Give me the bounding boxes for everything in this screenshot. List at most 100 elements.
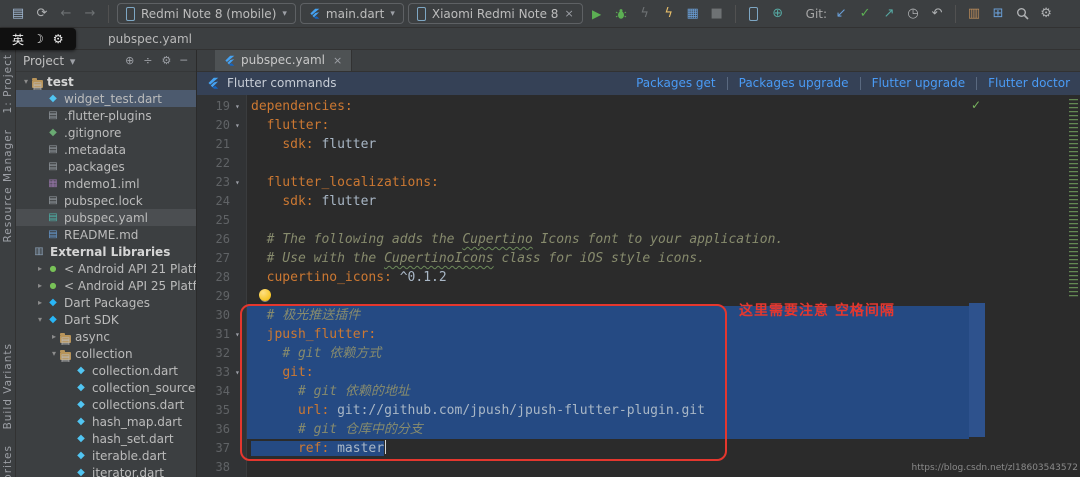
collapsed-arrow-icon[interactable]: ▸: [34, 281, 46, 290]
tree-item-widget-test-dart[interactable]: ◆ widget_test.dart: [16, 90, 196, 107]
collapse-all-icon[interactable]: ÷: [141, 54, 154, 67]
code-line-37[interactable]: ref: master: [247, 439, 969, 458]
tree-item-collection-sources[interactable]: ◆ collection_sources.: [16, 379, 196, 396]
toolbox-icon[interactable]: ▥: [964, 4, 984, 24]
ime-gear-icon[interactable]: ⚙: [53, 32, 64, 46]
code-line-33[interactable]: git:: [247, 363, 969, 382]
code-line-35[interactable]: url: git://github.com/jpush/jpush-flutte…: [247, 401, 969, 420]
git-commit-icon[interactable]: ✓: [855, 4, 875, 24]
settings-gear-icon[interactable]: ⚙: [1036, 4, 1056, 24]
tree-item-iterable-dart[interactable]: ◆ iterable.dart: [16, 447, 196, 464]
hide-panel-icon[interactable]: ─: [178, 54, 189, 67]
code-line-25[interactable]: [247, 211, 969, 230]
tree-item-test[interactable]: ▾ ▤ test: [16, 73, 196, 91]
tree-item-async[interactable]: ▸ ▤ async: [16, 328, 196, 346]
close-icon[interactable]: ×: [564, 7, 573, 20]
tree-item-android-api-25-platform[interactable]: ▸● < Android API 25 Platform: [16, 277, 196, 294]
tool-window-button-build-variants[interactable]: Build Variants: [2, 343, 14, 429]
banner-action-packages-get[interactable]: Packages get: [636, 76, 716, 90]
tree-item-gitignore[interactable]: ◆ .gitignore: [16, 124, 196, 141]
run-button[interactable]: ▶: [587, 4, 607, 24]
collapsed-arrow-icon[interactable]: ▸: [34, 298, 46, 307]
fold-marker-icon[interactable]: ▾: [235, 325, 246, 344]
device-manager-icon[interactable]: [744, 4, 764, 24]
history-icon[interactable]: ◷: [903, 4, 923, 24]
tree-item-collection[interactable]: ▾ ▤ collection: [16, 345, 196, 363]
tree-item-readme-md[interactable]: ▤ README.md: [16, 226, 196, 243]
add-device-icon[interactable]: ⊕: [768, 4, 788, 24]
forward-icon[interactable]: →: [80, 4, 100, 24]
code-editor[interactable]: 19 ▾ 20 ▾ 21 22 23 ▾ 24 25 26 27 28 29 30 31 ▾ 32 33 ▾ 34 35 3…: [197, 95, 1080, 477]
run-config-dropdown[interactable]: main.dart ▾: [299, 3, 404, 24]
ime-language-indicator[interactable]: 英: [12, 31, 24, 48]
expanded-arrow-icon[interactable]: ▾: [48, 349, 60, 358]
tree-item-iterator-dart[interactable]: ◆ iterator.dart: [16, 464, 196, 477]
code-line-21[interactable]: sdk: flutter: [247, 135, 969, 154]
code-line-19[interactable]: dependencies:: [247, 97, 969, 116]
tree-item-external-libraries[interactable]: ▥ External Libraries: [16, 243, 196, 260]
banner-action-flutter-doctor[interactable]: Flutter doctor: [988, 76, 1070, 90]
code-line-38[interactable]: [247, 458, 969, 477]
fold-marker-icon[interactable]: ▾: [235, 116, 246, 135]
tree-item-mdemo1-iml[interactable]: ▦ mdemo1.iml: [16, 175, 196, 192]
tree-item-metadata[interactable]: ▤ .metadata: [16, 141, 196, 158]
code-line-22[interactable]: [247, 154, 969, 173]
tree-item-dart-sdk[interactable]: ▾ ◆ Dart SDK: [16, 311, 196, 328]
tool-window-button-resource-manager[interactable]: Resource Manager: [2, 129, 14, 243]
collapsed-arrow-icon[interactable]: ▸: [48, 332, 60, 341]
device-inspector-dropdown[interactable]: Xiaomi Redmi Note 8 ×: [407, 3, 583, 24]
tree-item-collection-dart[interactable]: ◆ collection.dart: [16, 362, 196, 379]
fold-marker-icon[interactable]: ▾: [235, 173, 246, 192]
tree-item-hash-map-dart[interactable]: ◆ hash_map.dart: [16, 413, 196, 430]
tree-item-android-api-21-platform[interactable]: ▸● < Android API 21 Platform: [16, 260, 196, 277]
layout-icon[interactable]: ⊞: [988, 4, 1008, 24]
flutter-attach-icon[interactable]: ϟ: [635, 4, 655, 24]
code-line-31[interactable]: jpush_flutter:: [247, 325, 969, 344]
expanded-arrow-icon[interactable]: ▾: [34, 315, 46, 324]
save-all-icon[interactable]: ▤: [8, 4, 28, 24]
moon-icon[interactable]: ☽: [33, 32, 44, 46]
undo-icon[interactable]: ↶: [927, 4, 947, 24]
hot-reload-icon[interactable]: ϟ: [659, 4, 679, 24]
code-line-34[interactable]: # git 依赖的地址: [247, 382, 969, 401]
tree-item-pubspec-lock[interactable]: ▤ pubspec.lock: [16, 192, 196, 209]
tree-item-packages[interactable]: ▤ .packages: [16, 158, 196, 175]
scrollbar-rail[interactable]: ✓: [969, 95, 985, 477]
tab-pubspec-yaml[interactable]: pubspec.yaml ×: [215, 50, 353, 71]
code-line-32[interactable]: # git 依赖方式: [247, 344, 969, 363]
stop-icon[interactable]: ■: [707, 4, 727, 24]
git-update-icon[interactable]: ↙: [831, 4, 851, 24]
tool-window-button-1-project[interactable]: 1: Project: [2, 54, 14, 113]
locate-file-icon[interactable]: ⊕: [123, 54, 136, 67]
code-line-23[interactable]: flutter_localizations:: [247, 173, 969, 192]
tree-item-flutter-plugins[interactable]: ▤ .flutter-plugins: [16, 107, 196, 124]
tool-window-button-favorites[interactable]: Favorites: [2, 445, 14, 477]
intention-bulb-icon[interactable]: [259, 289, 271, 301]
panel-settings-icon[interactable]: ⚙: [160, 54, 174, 67]
fold-marker-icon[interactable]: ▾: [235, 97, 246, 116]
git-push-icon[interactable]: ↗: [879, 4, 899, 24]
banner-action-flutter-upgrade[interactable]: Flutter upgrade: [872, 76, 966, 90]
fold-marker-icon[interactable]: ▾: [235, 363, 246, 382]
code-line-24[interactable]: sdk: flutter: [247, 192, 969, 211]
tree-item-hash-set-dart[interactable]: ◆ hash_set.dart: [16, 430, 196, 447]
code-line-28[interactable]: cupertino_icons: ^0.1.2: [247, 268, 969, 287]
code-line-20[interactable]: flutter:: [247, 116, 969, 135]
banner-action-packages-upgrade[interactable]: Packages upgrade: [739, 76, 849, 90]
expanded-arrow-icon[interactable]: ▾: [20, 77, 32, 86]
project-view-selector[interactable]: Project ▾: [23, 54, 77, 68]
devtools-icon[interactable]: ▦: [683, 4, 703, 24]
collapsed-arrow-icon[interactable]: ▸: [34, 264, 46, 273]
minimap[interactable]: [985, 95, 1080, 477]
search-icon[interactable]: [1012, 4, 1032, 24]
device-selector-dropdown[interactable]: Redmi Note 8 (mobile) ▾: [117, 3, 296, 24]
tree-item-dart-packages[interactable]: ▸ ◆ Dart Packages: [16, 294, 196, 311]
code-line-26[interactable]: # The following adds the Cupertino Icons…: [247, 230, 969, 249]
code-line-36[interactable]: # git 仓库中的分支: [247, 420, 969, 439]
close-tab-icon[interactable]: ×: [333, 54, 342, 67]
tree-item-collections-dart[interactable]: ◆ collections.dart: [16, 396, 196, 413]
breadcrumb[interactable]: pubspec.yaml: [108, 32, 192, 46]
sync-icon[interactable]: ⟳: [32, 4, 52, 24]
tree-item-pubspec-yaml[interactable]: ▤ pubspec.yaml: [16, 209, 196, 226]
ime-toolbar[interactable]: 英 ☽ ⚙: [0, 28, 76, 50]
